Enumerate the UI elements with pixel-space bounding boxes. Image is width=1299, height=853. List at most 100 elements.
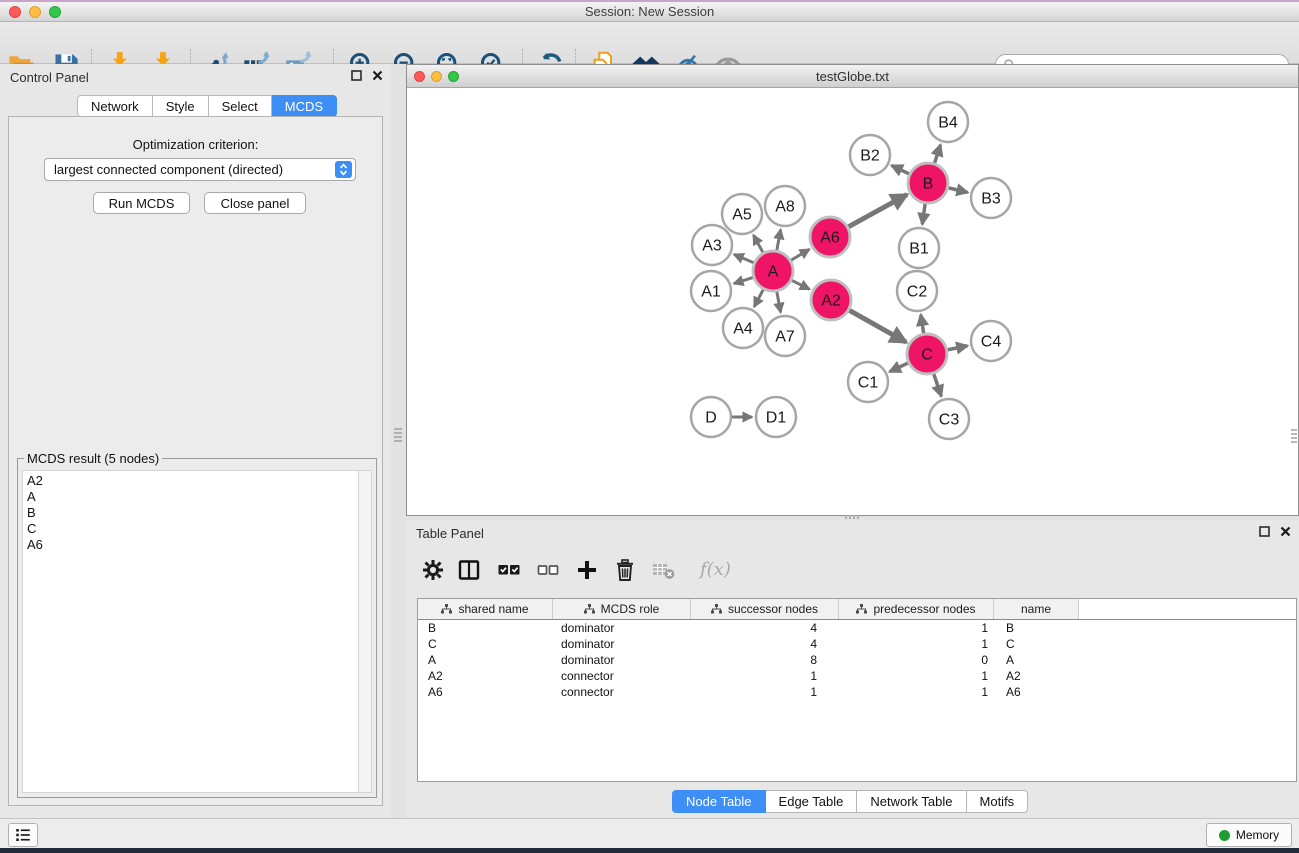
select-all-icon[interactable] [497, 558, 523, 584]
close-table-panel-icon[interactable] [1280, 526, 1291, 537]
column-attribute-icon [584, 604, 595, 614]
table-cell[interactable]: B [994, 620, 1079, 636]
status-bar: Memory [0, 818, 1299, 848]
horizontal-splitter-grip[interactable] [845, 515, 859, 519]
result-item[interactable]: B [27, 505, 358, 521]
close-panel-button[interactable]: Close panel [204, 192, 306, 214]
graph-node-label: B2 [860, 148, 880, 165]
tab-mcds[interactable]: MCDS [272, 95, 337, 117]
table-cell[interactable]: A [418, 652, 553, 668]
table-cell[interactable]: C [994, 636, 1079, 652]
table-cell[interactable]: 1 [839, 636, 994, 652]
graph-edge-A-A3[interactable] [734, 254, 755, 263]
tab-network-table[interactable]: Network Table [857, 790, 966, 813]
graph-node-label: A8 [775, 199, 795, 216]
table-cell[interactable]: 8 [691, 652, 839, 668]
table-cell[interactable]: 1 [691, 684, 839, 700]
memory-button[interactable]: Memory [1206, 823, 1292, 847]
table-row[interactable]: Bdominator41B [418, 620, 1296, 636]
table-cell[interactable]: connector [553, 684, 691, 700]
table-cell[interactable]: dominator [553, 620, 691, 636]
result-item[interactable]: A2 [27, 473, 358, 489]
graph-edge-A-A7[interactable] [777, 291, 781, 313]
float-table-panel-icon[interactable] [1259, 526, 1270, 537]
table-cell[interactable]: C [418, 636, 553, 652]
float-panel-icon[interactable] [351, 70, 362, 81]
run-mcds-button[interactable]: Run MCDS [93, 192, 190, 214]
graph-edge-B-B3[interactable] [947, 188, 967, 193]
table-row[interactable]: Adominator80A [418, 652, 1296, 668]
table-cell[interactable]: A2 [994, 668, 1079, 684]
table-cell[interactable]: 1 [839, 620, 994, 636]
column-header-label: successor nodes [728, 602, 818, 616]
table-row[interactable]: Cdominator41C [418, 636, 1296, 652]
table-cell[interactable]: 1 [839, 668, 994, 684]
tab-network[interactable]: Network [77, 95, 153, 117]
tab-node-table[interactable]: Node Table [672, 790, 766, 813]
delete-table-icon[interactable] [652, 558, 678, 584]
column-header-shared-name[interactable]: shared name [418, 599, 553, 619]
network-canvas[interactable]: B4B2BB3A8A5A6A3B1AA1C2A2A4A7C4CC1C3DD1 [407, 88, 1298, 515]
graph-edge-A-A8[interactable] [777, 230, 781, 252]
graph-node-label: A4 [733, 321, 753, 338]
close-panel-icon[interactable] [372, 70, 383, 81]
graph-edge-B-B4[interactable] [934, 145, 940, 164]
table-cell[interactable]: 4 [691, 620, 839, 636]
graph-edge-B-B2[interactable] [892, 165, 910, 174]
graph-edge-A6-B[interactable] [848, 195, 907, 228]
graph-edge-C-C4[interactable] [947, 346, 968, 350]
table-cell[interactable]: A [994, 652, 1079, 668]
graph-edge-B-B1[interactable] [922, 203, 925, 224]
tab-edge-table[interactable]: Edge Table [766, 790, 858, 813]
table-cell[interactable]: A2 [418, 668, 553, 684]
delete-columns-icon[interactable] [613, 558, 639, 584]
graph-edge-A-A4[interactable] [754, 289, 764, 307]
graph-node-label: C2 [907, 284, 928, 301]
table-settings-icon[interactable] [421, 558, 447, 584]
result-item[interactable]: C [27, 521, 358, 537]
table-cell[interactable]: A6 [994, 684, 1079, 700]
tab-motifs[interactable]: Motifs [967, 790, 1029, 813]
column-header-predecessor-nodes[interactable]: predecessor nodes [839, 599, 994, 619]
graph-edge-C-C2[interactable] [921, 315, 924, 335]
table-cell[interactable]: B [418, 620, 553, 636]
graph-edge-C-C1[interactable] [890, 363, 909, 372]
function-builder-button[interactable]: f(x) [700, 559, 731, 580]
optimization-criterion-select[interactable]: largest connected component (directed) [44, 158, 356, 181]
result-item[interactable]: A [27, 489, 358, 505]
table-cell[interactable]: 1 [839, 684, 994, 700]
toggle-columns-icon[interactable] [457, 558, 483, 584]
tab-style[interactable]: Style [153, 95, 209, 117]
show-panels-button[interactable] [8, 823, 38, 847]
column-header-MCDS-role[interactable]: MCDS role [553, 599, 691, 619]
graph-node-label: A6 [820, 230, 840, 247]
table-cell[interactable]: 0 [839, 652, 994, 668]
graph-edge-C-C3[interactable] [933, 373, 941, 396]
table-cell[interactable]: dominator [553, 636, 691, 652]
table-row[interactable]: A2connector11A2 [418, 668, 1296, 684]
table-cell[interactable]: dominator [553, 652, 691, 668]
graph-node-label: A2 [821, 293, 841, 310]
table-cell[interactable]: 4 [691, 636, 839, 652]
graph-edge-A2-C[interactable] [848, 310, 906, 342]
table-row[interactable]: A6connector11A6 [418, 684, 1296, 700]
column-header-name[interactable]: name [994, 599, 1079, 619]
graph-edge-A-A6[interactable] [790, 249, 809, 260]
table-cell[interactable]: connector [553, 668, 691, 684]
table-cell[interactable]: A6 [418, 684, 553, 700]
right-splitter-grip[interactable] [1291, 429, 1297, 443]
deselect-all-icon[interactable] [536, 558, 562, 584]
column-header-successor-nodes[interactable]: successor nodes [691, 599, 839, 619]
graph-edge-A-A5[interactable] [753, 235, 763, 253]
graph-edge-A-A1[interactable] [734, 277, 754, 283]
tab-select[interactable]: Select [209, 95, 272, 117]
result-item[interactable]: A6 [27, 537, 358, 553]
result-scrollbar[interactable] [358, 470, 372, 793]
table-cell[interactable]: 1 [691, 668, 839, 684]
column-attribute-icon [856, 604, 867, 614]
splitter-grip[interactable] [394, 428, 402, 442]
add-column-icon[interactable] [575, 558, 601, 584]
graph-edge-A-A2[interactable] [791, 280, 810, 289]
vertical-splitter[interactable] [391, 64, 406, 818]
table-toolbar: f(x) [418, 556, 1278, 590]
